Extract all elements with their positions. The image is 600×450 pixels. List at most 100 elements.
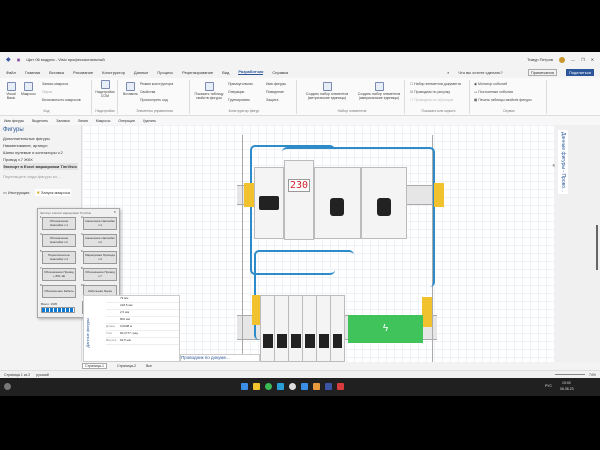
stencil-item[interactable]: Экспорт в Excel маркировки TimVisio: [3, 163, 78, 170]
comments-button[interactable]: Примечания: [527, 68, 557, 76]
files-icon[interactable]: [313, 383, 320, 390]
export-option-button[interactable]: Обозначение Наклейки v.1: [42, 217, 76, 230]
weather-icon[interactable]: [4, 383, 11, 390]
app-icon[interactable]: [301, 383, 308, 390]
save-icon[interactable]: ▣: [17, 57, 21, 62]
start-icon[interactable]: [241, 383, 248, 390]
user-name[interactable]: Тимур Петров: [527, 57, 553, 62]
property-value[interactable]: 800 мм: [120, 317, 130, 323]
menu-tab[interactable]: Рецензирование: [182, 70, 213, 75]
menu-tab[interactable]: Данные: [134, 70, 148, 75]
menu-tab[interactable]: Процесс: [157, 70, 173, 75]
group-button[interactable]: Группировать: [228, 98, 250, 102]
property-value[interactable]: 92,5 мм: [120, 338, 131, 344]
qat-item[interactable]: Макросы: [96, 119, 111, 123]
page-indicator[interactable]: Страница 1 из 2: [4, 373, 30, 377]
clock-time[interactable]: 19:00: [562, 381, 571, 385]
menu-tab[interactable]: Конструктор: [102, 70, 125, 75]
input-language[interactable]: РУС: [545, 384, 552, 388]
share-button[interactable]: Поделиться: [565, 68, 594, 76]
shape-data-row[interactable]: Высота 92,5 мм: [106, 338, 179, 345]
voltage-relay[interactable]: 230: [284, 160, 314, 240]
menu-tab[interactable]: Справка: [272, 70, 288, 75]
shape-data-row[interactable]: Длина 0,0608 м: [106, 324, 179, 331]
stencil-item[interactable]: Дополнительные фигуры: [3, 135, 78, 142]
explorer-icon[interactable]: [253, 383, 260, 390]
behavior-button[interactable]: Поведение: [266, 90, 284, 94]
new-stencil-metric-button[interactable]: Создать набор элементов (метрические еди…: [302, 82, 352, 100]
shape-data-row[interactable]: 2,5 мм: [106, 310, 179, 317]
design-mode-button[interactable]: Режим конструктора: [140, 82, 173, 86]
master-explorer-checkbox[interactable]: ☐ Проводник по образцам: [410, 98, 453, 102]
qat-item[interactable]: Линия: [78, 119, 88, 123]
export-option-button[interactable]: Обозначение Кабель: [42, 285, 76, 298]
mail-icon[interactable]: [277, 383, 284, 390]
page-tab[interactable]: Страница-2: [117, 364, 136, 368]
circuit-breakers-row[interactable]: [260, 295, 345, 362]
macros-button[interactable]: Макросы: [21, 82, 36, 96]
rcd[interactable]: [361, 167, 407, 239]
restore-button[interactable]: ❐: [581, 57, 585, 62]
surge-protector[interactable]: ϟ: [348, 315, 423, 343]
visio-icon[interactable]: [325, 383, 332, 390]
property-value[interactable]: 90,0777 град: [120, 331, 138, 337]
shape-data-row[interactable]: Угол 90,0777 град: [106, 331, 179, 338]
stencil-item[interactable]: Шины нулевые и контакторы v.2: [3, 149, 78, 156]
qat-item[interactable]: Операции: [118, 119, 134, 123]
menu-tab[interactable]: Главная: [25, 70, 40, 75]
drawing-explorer-checkbox[interactable]: ☑ Проводник по рисунку: [410, 90, 450, 94]
shape-data-row[interactable]: 800 мм: [106, 317, 179, 324]
qat-item[interactable]: Заливка: [56, 119, 69, 123]
search-box[interactable]: Что вы хотите сделать?: [458, 70, 502, 75]
export-option-button[interactable]: Нанесение Наклейки v.2: [83, 234, 117, 247]
property-value[interactable]: 218,5 мм: [120, 303, 132, 309]
property-value[interactable]: 2,5 мм: [120, 310, 129, 316]
dialog-close-button[interactable]: ✕: [113, 210, 116, 214]
view-code-button[interactable]: Просмотреть код: [140, 98, 168, 102]
property-value[interactable]: 79 мм: [120, 296, 128, 302]
export-option-button[interactable]: Обозначение Наклейки v.2: [42, 234, 76, 247]
recorder-icon[interactable]: [337, 383, 344, 390]
operations-button[interactable]: Операции: [228, 90, 244, 94]
show-shapesheet-button[interactable]: Показать таблицу свойств фигуры: [194, 82, 224, 100]
stencil-item[interactable]: Наименование, артикул: [3, 142, 78, 149]
zoom-slider[interactable]: [554, 374, 585, 375]
menu-tab[interactable]: Вид: [222, 70, 229, 75]
export-option-button[interactable]: Обозначение Провод v.7: [83, 268, 117, 281]
yandex-icon[interactable]: [289, 383, 296, 390]
shape-data-panel-tab[interactable]: Данные фигуры - Прово...: [558, 130, 568, 195]
rectangle-button[interactable]: Прямоугольник: [228, 82, 253, 86]
rcd[interactable]: [314, 167, 361, 239]
run-macro-shape[interactable]: ✱ Запуск макроса: [35, 189, 71, 196]
qat-item[interactable]: Удалить: [143, 119, 156, 123]
vertical-scrollbar[interactable]: [596, 225, 598, 270]
clock-date[interactable]: 06.08.23: [560, 387, 574, 391]
circuit-breaker-2p[interactable]: [254, 167, 284, 239]
export-option-button[interactable]: Обозначение Провод + 801.1Е: [42, 268, 76, 281]
export-option-button[interactable]: Переключатель Наклейки v.3: [42, 251, 76, 264]
menu-tab[interactable]: Разработчик: [238, 69, 264, 75]
zoom-level[interactable]: 74%: [589, 373, 596, 377]
qat-item[interactable]: Выделить: [32, 119, 48, 123]
property-value[interactable]: 0,0608 м: [120, 324, 132, 330]
shape-name-button[interactable]: Имя фигуры: [266, 82, 286, 86]
shape-data-row[interactable]: 79 мм: [106, 296, 179, 303]
shape-data-row[interactable]: 218,5 мм: [106, 303, 179, 310]
page-tab[interactable]: Все: [146, 364, 152, 368]
avatar[interactable]: [559, 56, 566, 63]
stencil-item[interactable]: Провод v.7 ЖКХ: [3, 156, 78, 163]
menu-tab[interactable]: Файл: [6, 70, 16, 75]
instruction-shape[interactable]: ▭ Инструкция: [3, 190, 29, 195]
insert-control-button[interactable]: Вставить: [123, 82, 138, 96]
drawing-explorer-tab[interactable]: Проводник по докуме...: [180, 354, 260, 362]
export-option-button[interactable]: Нанесение Наклейки v.1: [83, 217, 117, 230]
menu-tab[interactable]: Вставка: [49, 70, 64, 75]
pause-button[interactable]: Пауза: [42, 90, 52, 94]
persistent-events-button[interactable]: ▭ Постоянные события: [474, 90, 513, 94]
print-shapesheet-button[interactable]: ▦ Печать таблицы свойств фигуры: [474, 98, 532, 102]
chrome-icon[interactable]: [265, 383, 272, 390]
protection-button[interactable]: Защита: [266, 98, 278, 102]
properties-button[interactable]: Свойства: [140, 90, 155, 94]
minimize-button[interactable]: —: [571, 57, 575, 62]
macro-security-button[interactable]: Безопасность макросов: [42, 98, 81, 102]
